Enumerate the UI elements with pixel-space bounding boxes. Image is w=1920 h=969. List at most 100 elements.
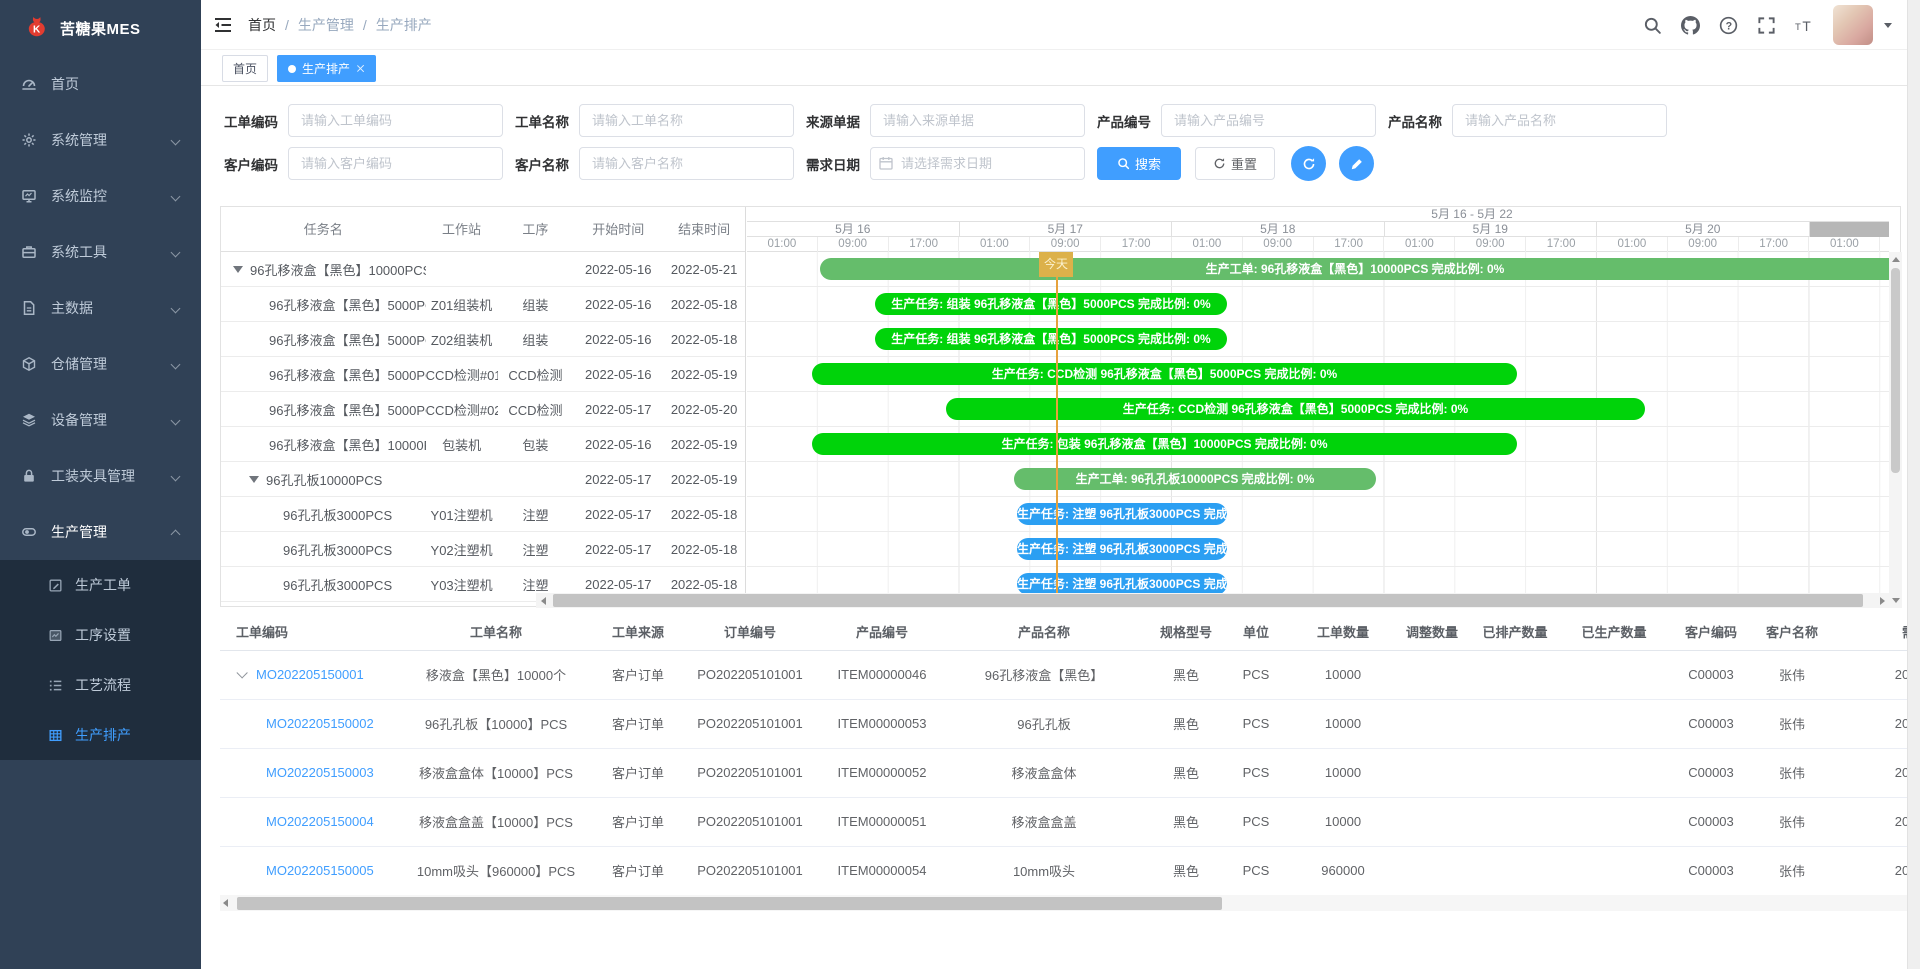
user-menu-caret-icon[interactable] [1884,23,1892,28]
workorder-link[interactable]: MO202205150005 [266,863,374,878]
help-icon[interactable]: ? [1719,16,1738,35]
gantt-grid-row[interactable]: 96孔孔板10000PCS 2022-05-17 2022-05-19 [221,462,745,497]
workorder-code-input[interactable] [288,104,503,137]
edit-icon [48,578,63,593]
scrollbar-thumb[interactable] [553,594,1863,607]
sidebar-item-fixture-mgmt[interactable]: 工装夹具管理 [0,448,201,504]
scrollbar-thumb[interactable] [237,897,1222,910]
scroll-up-icon[interactable] [1892,257,1900,262]
task-end: 2022-05-18 [663,297,745,312]
sidebar-item-production-mgmt[interactable]: 生产管理 [0,504,201,560]
product-code-input[interactable] [1161,104,1376,137]
breadcrumb-home[interactable]: 首页 [248,15,276,35]
gantt-bar-task[interactable]: 生产任务: 组装 96孔移液盒【黑色】5000PCS 完成比例: 0% [875,328,1227,350]
search-button[interactable]: 搜索 [1097,147,1181,180]
task-name: 96孔移液盒【黑色】10000PCS [250,260,426,279]
user-avatar[interactable] [1833,5,1873,45]
task-start: 2022-05-17 [573,402,663,417]
demand-date-input[interactable] [870,147,1085,180]
tab-home[interactable]: 首页 [222,55,268,82]
sidebar-item-production-scheduling[interactable]: 生产排产 [0,710,201,760]
scroll-left-icon[interactable] [223,899,228,907]
workorder-link[interactable]: MO202205150003 [266,765,374,780]
reset-button[interactable]: 重置 [1195,147,1275,180]
sidebar-item-system-monitor[interactable]: 系统监控 [0,168,201,224]
task-name: 96孔移液盒【黑色】5000PCS [221,365,426,384]
gantt-horizontal-scrollbar[interactable] [536,593,1889,608]
gantt-bar-task-selected[interactable]: 生产任务: 注塑 96孔孔板3000PCS 完成比例: 0% [1017,538,1227,560]
page-scrollbar[interactable] [1907,0,1920,969]
refresh-gantt-button[interactable] [1291,146,1326,181]
table-horizontal-scrollbar[interactable] [220,895,1920,911]
task-process: 包装 [498,435,574,454]
scroll-down-icon[interactable] [1892,598,1900,603]
gantt-grid-row[interactable]: 96孔移液盒【黑色】10000PCS 包装机 包装 2022-05-16 202… [221,427,745,462]
gantt-bar-order[interactable]: 生产工单: 96孔孔板10000PCS 完成比例: 0% [1014,468,1376,490]
sidebar-item-master-data[interactable]: 主数据 [0,280,201,336]
breadcrumb-production-mgmt[interactable]: 生产管理 [298,15,354,35]
workorder-link[interactable]: MO202205150004 [266,814,374,829]
gantt-bar-task-selected[interactable]: 生产任务: 注塑 96孔孔板3000PCS 完成比例: 0% [1017,503,1227,525]
sidebar-item-equipment-mgmt[interactable]: 设备管理 [0,392,201,448]
cell-adjust-qty [1396,797,1468,846]
gantt-grid-row[interactable]: 96孔孔板3000PCS Y01注塑机 注塑 2022-05-17 2022-0… [221,497,745,532]
sidebar-item-label: 生产排产 [75,725,131,745]
sidebar-item-process-flow[interactable]: 工艺流程 [0,660,201,710]
sidebar-item-label: 首页 [51,74,185,94]
collapse-triangle-icon[interactable] [233,266,243,273]
sidebar-item-warehouse-mgmt[interactable]: 仓储管理 [0,336,201,392]
gantt-bar-task-selected[interactable]: 生产任务: 注塑 96孔孔板3000PCS 完成比例: 0% [1017,573,1227,595]
svg-text:T: T [1802,18,1811,33]
workorder-name-input[interactable] [579,104,794,137]
table-row: MO202205150003 移液盒盒体【10000】PCS 客户订单 PO20… [220,748,1920,797]
gantt-bar-task[interactable]: 生产任务: CCD检测 96孔移液盒【黑色】5000PCS 完成比例: 0% [946,398,1645,420]
font-size-icon[interactable]: TT [1795,16,1814,35]
table-row: MO202205150004 移液盒盒盖【10000】PCS 客户订单 PO20… [220,797,1920,846]
sidebar-item-production-workorder[interactable]: 生产工单 [0,560,201,610]
gantt-row: 生产任务: 注塑 96孔孔板3000PCS 完成比例: 0% [747,532,1889,567]
edit-schedule-button[interactable] [1339,146,1374,181]
gantt-bar-task[interactable]: 生产任务: 组装 96孔移液盒【黑色】5000PCS 完成比例: 0% [875,293,1227,315]
gantt-vertical-scrollbar[interactable] [1889,252,1902,608]
close-icon[interactable] [356,64,365,73]
hour-label: 01:00 [747,237,818,252]
sidebar-item-home[interactable]: 首页 [0,56,201,112]
sidebar-collapse-icon[interactable] [213,15,233,35]
gantt-grid-row[interactable]: 96孔移液盒【黑色】10000PCS 2022-05-16 2022-05-21 [221,252,745,287]
app-logo[interactable]: K 苦糖果MES [0,0,201,56]
sidebar-item-system-mgmt[interactable]: 系统管理 [0,112,201,168]
scroll-right-icon[interactable] [1880,597,1885,605]
search-icon[interactable] [1643,16,1662,35]
scroll-left-icon[interactable] [541,597,546,605]
task-start: 2022-05-16 [573,437,663,452]
gantt-grid-row[interactable]: 96孔移液盒【黑色】5000PCS Z01组装机 组装 2022-05-16 2… [221,287,745,322]
gantt-grid-row[interactable]: 96孔移液盒【黑色】5000PCS Z02组装机 组装 2022-05-16 2… [221,322,745,357]
gantt-bar-task[interactable]: 生产任务: CCD检测 96孔移液盒【黑色】5000PCS 完成比例: 0% [812,363,1517,385]
cell-produced-qty [1562,650,1666,699]
column-workstation: 工作站 [426,207,498,251]
fullscreen-icon[interactable] [1757,16,1776,35]
task-workstation: Z01组装机 [426,295,498,314]
scrollbar-thumb[interactable] [1891,268,1900,473]
sidebar-item-process-settings[interactable]: 工序设置 [0,610,201,660]
gantt-grid-row[interactable]: 96孔移液盒【黑色】5000PCS CCD检测#02 CCD检测 2022-05… [221,392,745,427]
filter-row-2: 客户编码 客户名称 需求日期 搜索 重置 [224,147,1387,180]
customer-code-input[interactable] [288,147,503,180]
tab-production-scheduling[interactable]: 生产排产 [277,55,376,82]
hour-label: 01:00 [1172,237,1243,252]
gantt-grid-row[interactable]: 96孔移液盒【黑色】5000PCS CCD检测#01 CCD检测 2022-05… [221,357,745,392]
field-product-name: 产品名称 [1388,104,1667,137]
workorder-link[interactable]: MO202205150002 [266,716,374,731]
product-name-input[interactable] [1452,104,1667,137]
collapse-triangle-icon[interactable] [249,476,259,483]
expand-row-icon[interactable] [236,667,247,678]
gantt-bar-task[interactable]: 生产任务: 包装 96孔移液盒【黑色】10000PCS 完成比例: 0% [812,433,1517,455]
customer-name-input[interactable] [579,147,794,180]
github-icon[interactable] [1681,16,1700,35]
gantt-bar-order[interactable]: 生产工单: 96孔移液盒【黑色】10000PCS 完成比例: 0% [820,258,1889,280]
source-doc-input[interactable] [870,104,1085,137]
sidebar-item-system-tools[interactable]: 系统工具 [0,224,201,280]
cell-order-no: PO202205101001 [674,846,826,895]
workorder-link[interactable]: MO202205150001 [256,667,364,682]
gantt-grid-row[interactable]: 96孔孔板3000PCS Y02注塑机 注塑 2022-05-17 2022-0… [221,532,745,567]
